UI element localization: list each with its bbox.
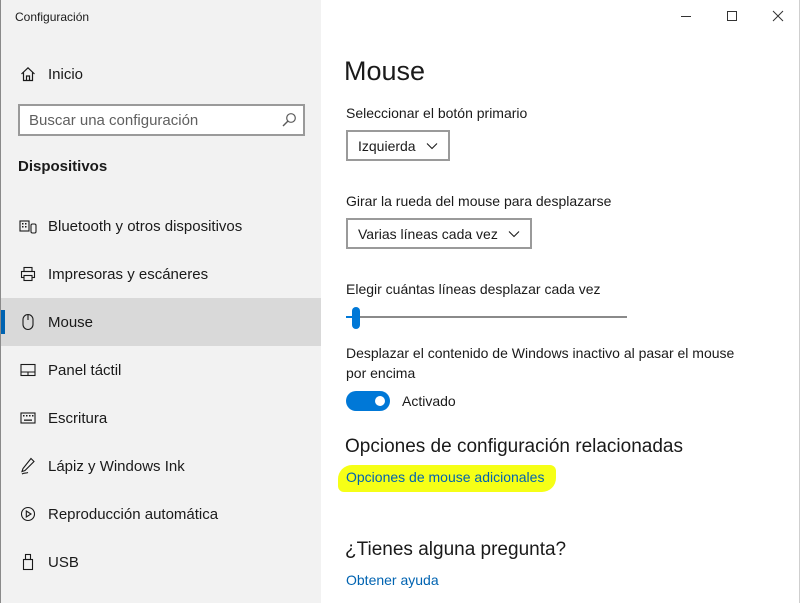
lines-scroll-label: Elegir cuántas líneas desplazar cada vez <box>346 281 601 297</box>
sidebar-item-printers[interactable]: Impresoras y escáneres <box>1 250 321 298</box>
slider-thumb[interactable] <box>352 307 360 329</box>
sidebar-item-label: Panel táctil <box>48 361 122 379</box>
touchpad-icon <box>19 361 37 379</box>
selection-indicator <box>1 310 5 334</box>
printer-icon <box>19 265 37 283</box>
sidebar-item-label: Impresoras y escáneres <box>48 265 209 283</box>
primary-button-dropdown[interactable]: Izquierda <box>346 130 450 161</box>
minimize-icon <box>681 16 691 17</box>
toggle-knob <box>375 396 385 406</box>
app-title: Configuración <box>15 10 90 24</box>
sidebar-item-label: Mouse <box>48 313 94 331</box>
sidebar-item-typing[interactable]: Escritura <box>1 394 321 442</box>
primary-button-value: Izquierda <box>358 137 416 154</box>
question-heading: ¿Tienes alguna pregunta? <box>345 539 567 560</box>
window-controls <box>663 0 799 32</box>
content-pane: Mouse Seleccionar el botón primario Izqu… <box>321 0 799 603</box>
search-input[interactable] <box>29 106 269 134</box>
bluetooth-keyboard-icon <box>19 217 37 235</box>
inactive-scroll-toggle[interactable] <box>346 391 390 411</box>
usb-icon <box>19 553 37 571</box>
sidebar-item-pen[interactable]: Lápiz y Windows Ink <box>1 442 321 490</box>
related-settings-heading: Opciones de configuración relacionadas <box>345 436 683 457</box>
close-icon <box>772 10 784 22</box>
additional-mouse-options-link[interactable]: Opciones de mouse adicionales <box>346 469 544 485</box>
mouse-icon <box>19 313 37 331</box>
slider-track <box>346 316 627 318</box>
keyboard-icon <box>19 409 37 427</box>
maximize-icon <box>727 11 737 21</box>
wheel-scroll-label: Girar la rueda del mouse para desplazars… <box>346 193 612 209</box>
inactive-scroll-label-line2: por encima <box>346 365 416 381</box>
search-icon[interactable] <box>281 112 297 128</box>
sidebar-item-label: Lápiz y Windows Ink <box>48 457 185 475</box>
section-heading: Dispositivos <box>18 158 108 175</box>
navigation-pane: Configuración Inicio Dispositivos <box>1 0 321 603</box>
sidebar-item-mouse[interactable]: Mouse <box>1 298 321 346</box>
maximize-button[interactable] <box>709 0 755 32</box>
page-title: Mouse <box>344 56 426 86</box>
settings-window: Configuración Inicio Dispositivos <box>0 0 800 603</box>
sidebar-item-usb[interactable]: USB <box>1 538 321 586</box>
sidebar-item-label: Bluetooth y otros dispositivos <box>48 217 243 235</box>
home-icon <box>19 65 37 83</box>
wheel-scroll-dropdown[interactable]: Varias líneas cada vez <box>346 218 532 249</box>
pen-icon <box>19 457 37 475</box>
get-help-link[interactable]: Obtener ayuda <box>346 572 439 588</box>
primary-button-label: Seleccionar el botón primario <box>346 105 528 121</box>
nav-home-label: Inicio <box>48 65 84 83</box>
sidebar-item-label: Escritura <box>48 409 108 427</box>
lines-scroll-slider[interactable] <box>346 306 627 330</box>
search-box[interactable] <box>18 104 305 136</box>
sidebar-item-label: USB <box>48 553 79 571</box>
inactive-scroll-state: Activado <box>402 393 456 409</box>
sidebar-item-label: Reproducción automática <box>48 505 219 523</box>
wheel-scroll-value: Varias líneas cada vez <box>358 225 498 242</box>
chevron-down-icon <box>426 142 438 150</box>
autoplay-icon <box>19 505 37 523</box>
sidebar-item-touchpad[interactable]: Panel táctil <box>1 346 321 394</box>
sidebar-item-autoplay[interactable]: Reproducción automática <box>1 490 321 538</box>
close-button[interactable] <box>755 0 799 32</box>
sidebar-item-bluetooth[interactable]: Bluetooth y otros dispositivos <box>1 202 321 250</box>
nav-home[interactable]: Inicio <box>1 56 321 92</box>
inactive-scroll-label-line1: Desplazar el contenido de Windows inacti… <box>346 345 735 361</box>
chevron-down-icon <box>508 230 520 238</box>
minimize-button[interactable] <box>663 0 709 32</box>
